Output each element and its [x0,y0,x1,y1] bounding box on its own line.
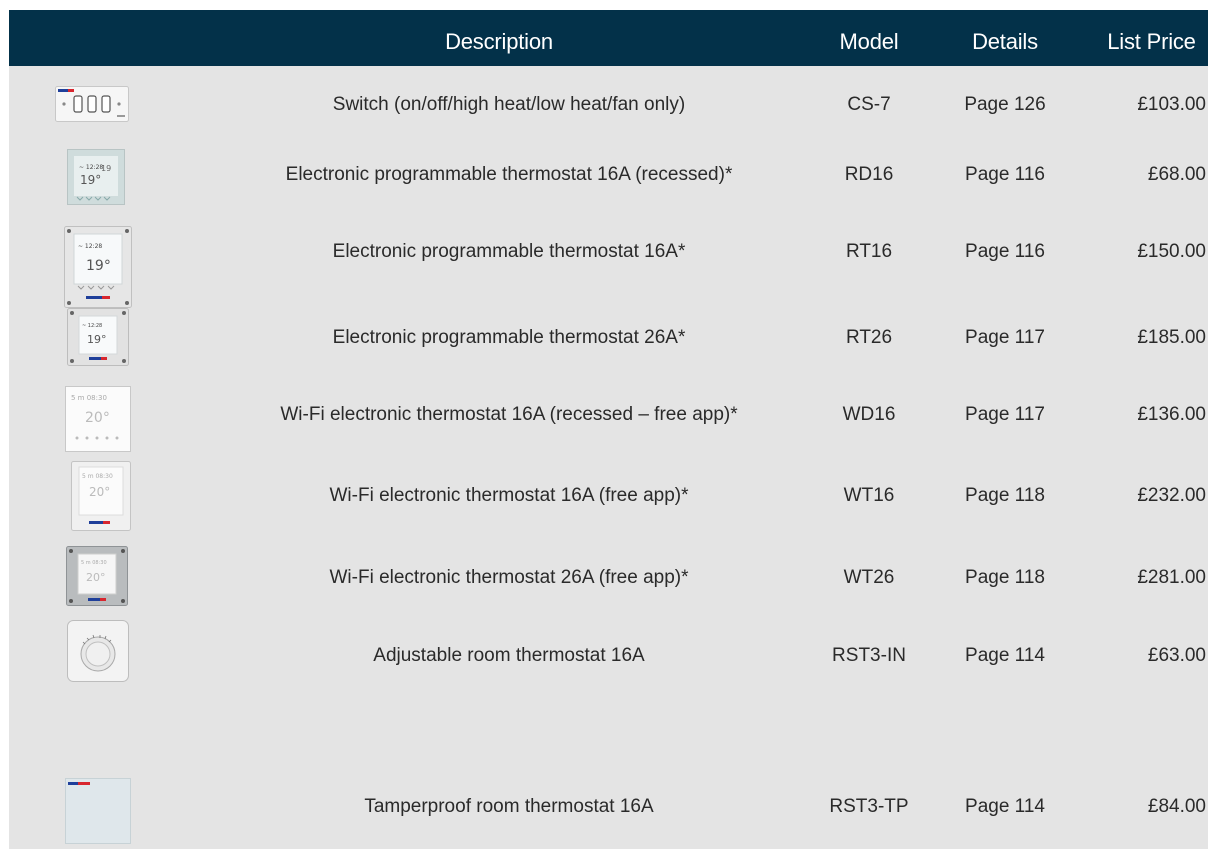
svg-text:20°: 20° [85,410,110,426]
svg-text:19°: 19° [80,173,101,187]
row-model: RT26 [845,327,893,348]
row-details: Page 114 [965,645,1045,666]
row-description: Wi-Fi electronic thermostat 16A (recesse… [280,404,738,425]
row-price: £103.00 [1137,94,1206,115]
table-row: ~ 12:28 19° 19 Electronic programmable t… [9,140,1208,210]
row-description: Electronic programmable thermostat 16A* [332,241,686,262]
header-description: Description [445,29,553,54]
wifi-thermostat-icon: 5 m 08:30 20° [9,455,169,540]
svg-text:5 m 08:30: 5 m 08:30 [71,394,107,402]
header-details: Details [972,29,1038,54]
row-details: Page 116 [965,164,1045,185]
tamperproof-thermostat-icon [9,776,169,849]
svg-text:~ 12:28: ~ 12:28 [78,243,102,250]
table-header: Description Model Details List Price [9,10,1208,66]
row-model: WT26 [843,567,895,588]
dial-thermostat-icon [9,616,169,686]
row-model: CS-7 [847,94,891,115]
row-description: Wi-Fi electronic thermostat 16A (free ap… [329,485,689,506]
header-list-price: List Price [1107,29,1196,54]
table-row: Tamperproof room thermostat 16A RST3-TP … [9,776,1208,849]
row-details: Page 118 [965,567,1045,588]
row-details: Page 117 [965,327,1045,348]
svg-text:19°: 19° [86,258,111,274]
row-model: RD16 [844,164,894,185]
wifi-thermostat-icon: 5 m 08:30 20° [9,382,169,460]
row-model: WD16 [842,404,896,425]
row-price: £84.00 [1147,796,1206,817]
table-row: ~ 12:28 19° Electronic programmable ther… [9,300,1208,375]
row-model: WT16 [843,485,895,506]
three-way-switch-icon [9,70,169,140]
row-details: Page 114 [965,796,1045,817]
row-price: £232.00 [1137,485,1206,506]
row-price: £136.00 [1137,404,1206,425]
row-description: Electronic programmable thermostat 16A (… [285,164,733,185]
svg-text:5 m 08:30: 5 m 08:30 [81,560,107,566]
row-description: Wi-Fi electronic thermostat 26A (free ap… [329,567,689,588]
wifi-thermostat-icon: 5 m 08:30 20° [9,538,169,618]
row-description: Adjustable room thermostat 16A [373,645,645,666]
svg-text:20°: 20° [86,571,106,584]
table-row: Switch (on/off/high heat/low heat/fan on… [9,70,1208,140]
svg-text:5 m 08:30: 5 m 08:30 [82,473,113,480]
programmable-thermostat-icon: ~ 12:28 19° [9,214,169,308]
price-table: Description Model Details List Price Swi… [9,10,1208,849]
svg-text:20°: 20° [89,485,110,499]
row-model: RT16 [845,241,893,262]
table-row: Adjustable room thermostat 16A RST3-IN P… [9,616,1208,686]
row-price: £185.00 [1137,327,1206,348]
row-description: Switch (on/off/high heat/low heat/fan on… [332,94,686,115]
row-price: £63.00 [1147,645,1206,666]
row-details: Page 126 [964,94,1046,115]
table-row: 5 m 08:30 20° Wi-Fi electronic thermosta… [9,455,1208,540]
svg-text:19: 19 [101,164,111,173]
row-details: Page 117 [965,404,1045,425]
row-model: RST3-TP [829,796,909,817]
table-row: ~ 12:28 19° Electronic programmable ther… [9,214,1208,308]
header-model: Model [839,29,899,54]
table-row: 5 m 08:30 20° Wi-Fi electronic thermosta… [9,382,1208,460]
row-details: Page 116 [965,241,1045,262]
row-price: £68.00 [1147,164,1206,185]
svg-text:~ 12:28: ~ 12:28 [79,164,103,171]
row-details: Page 118 [965,485,1045,506]
recessed-programmable-thermostat-icon: ~ 12:28 19° 19 [9,140,169,210]
programmable-thermostat-icon: ~ 12:28 19° [9,300,169,375]
row-description: Tamperproof room thermostat 16A [364,796,654,817]
row-model: RST3-IN [832,645,906,666]
row-price: £150.00 [1137,241,1206,262]
svg-text:19°: 19° [87,333,107,346]
row-description: Electronic programmable thermostat 26A* [332,327,686,348]
svg-text:~ 12:28: ~ 12:28 [82,323,102,329]
table-row: 5 m 08:30 20° Wi-Fi electronic thermosta… [9,538,1208,618]
row-price: £281.00 [1137,567,1206,588]
